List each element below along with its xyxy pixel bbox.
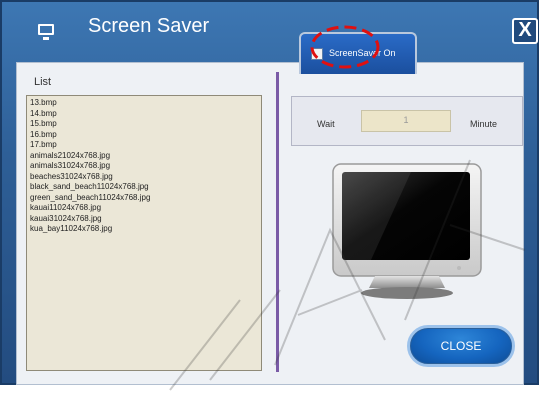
window-close-button[interactable]: X xyxy=(512,18,538,44)
list-item[interactable]: kauai11024x768.jpg xyxy=(30,203,258,214)
minute-unit-label: Minute xyxy=(470,119,498,129)
list-item[interactable]: 13.bmp xyxy=(30,98,258,109)
screensaver-checkbox[interactable] xyxy=(311,48,323,60)
list-item[interactable]: animals21024x768.jpg xyxy=(30,151,258,162)
list-item[interactable]: kauai31024x768.jpg xyxy=(30,214,258,225)
panel-divider xyxy=(276,72,279,372)
image-file-list[interactable]: 13.bmp 14.bmp 15.bmp 16.bmp 17.bmp animals210… xyxy=(26,95,262,371)
list-item[interactable]: 17.bmp xyxy=(30,140,258,151)
close-button[interactable]: CLOSE xyxy=(407,325,515,367)
list-item[interactable]: kua_bay11024x768.jpg xyxy=(30,224,258,235)
monitor-icon xyxy=(38,24,54,40)
list-item[interactable]: 15.bmp xyxy=(30,119,258,130)
screensaver-on-toggle[interactable]: ScreenSaver On xyxy=(299,32,417,74)
monitor-preview-icon xyxy=(332,163,482,299)
list-item[interactable]: 16.bmp xyxy=(30,130,258,141)
list-item[interactable]: black_sand_beach11024x768.jpg xyxy=(30,182,258,193)
wait-label: Wait xyxy=(317,119,335,129)
screensaver-toggle-label: ScreenSaver On xyxy=(329,48,396,58)
list-item[interactable]: 14.bmp xyxy=(30,109,258,120)
window-title: Screen Saver xyxy=(88,15,210,37)
list-item[interactable]: green_sand_beach11024x768.jpg xyxy=(30,193,258,204)
list-label: List xyxy=(34,76,52,88)
list-item[interactable]: animals31024x768.jpg xyxy=(30,161,258,172)
wait-minutes-input[interactable]: 1 xyxy=(361,110,451,132)
list-item[interactable]: beaches31024x768.jpg xyxy=(30,172,258,183)
